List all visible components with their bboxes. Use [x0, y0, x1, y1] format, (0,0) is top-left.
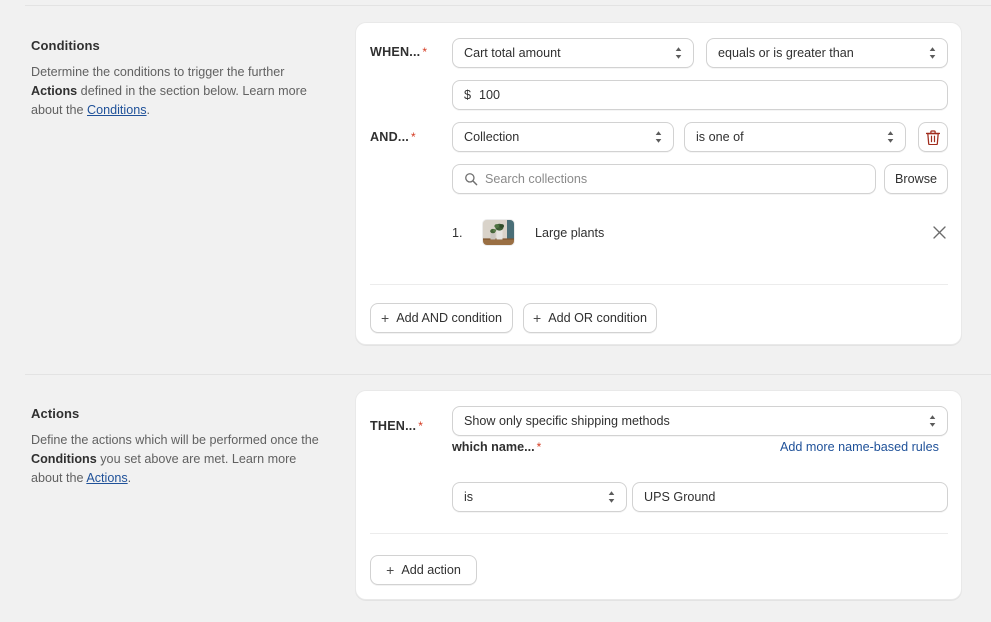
and-required-marker: *: [410, 130, 416, 144]
which-name-label: which name... *: [452, 440, 541, 454]
section-divider: [25, 374, 991, 375]
add-action-button[interactable]: + Add action: [370, 555, 477, 585]
close-icon: [932, 225, 946, 239]
chevron-updown-icon: [887, 131, 894, 143]
add-or-condition-label: Add OR condition: [548, 311, 647, 325]
and-operator-select[interactable]: is one of: [684, 122, 906, 152]
then-action-select[interactable]: Show only specific shipping methods: [452, 406, 948, 436]
actions-desc-bold: Conditions: [31, 452, 97, 467]
name-operator-value: is: [464, 490, 474, 504]
chevron-updown-icon: [929, 47, 936, 59]
shipping-method-name-input[interactable]: UPS Ground: [632, 482, 948, 512]
collection-item-name: Large plants: [535, 225, 605, 240]
collection-thumbnail-image: [483, 220, 514, 245]
then-label: THEN... *: [370, 419, 423, 433]
actions-help-link[interactable]: Actions: [86, 471, 127, 485]
conditions-help-link[interactable]: Conditions: [87, 103, 147, 117]
actions-description-text: Define the actions which will be perform…: [31, 431, 331, 488]
large-plants-thumbnail: [482, 219, 515, 246]
actions-card: THEN... * Show only specific shipping met…: [355, 390, 962, 600]
and-field-value: Collection: [464, 130, 520, 144]
currency-symbol: $: [464, 88, 472, 102]
actions-desc-part1: Define the actions which will be perform…: [31, 433, 319, 447]
plus-icon: +: [533, 310, 542, 326]
delete-condition-button[interactable]: [918, 122, 948, 152]
actions-card-divider: [370, 533, 948, 534]
when-field-value: Cart total amount: [464, 46, 561, 60]
browse-collections-button[interactable]: Browse: [884, 164, 948, 194]
actions-desc-part3: .: [127, 471, 132, 486]
add-or-condition-button[interactable]: + Add OR condition: [523, 303, 657, 333]
actions-title: Actions: [31, 406, 80, 421]
conditions-description: Conditions Determine the conditions to t…: [31, 38, 331, 120]
trash-icon: [926, 129, 940, 145]
conditions-desc-bold: Actions: [31, 84, 78, 99]
when-operator-select[interactable]: equals or is greater than: [706, 38, 948, 68]
when-field-select[interactable]: Cart total amount: [452, 38, 694, 68]
which-name-label-text: which name...: [452, 440, 535, 454]
collection-item-index: 1.: [452, 225, 463, 240]
browse-button-label: Browse: [895, 172, 937, 186]
conditions-desc-part3: .: [146, 103, 151, 118]
search-collections-input[interactable]: Search collections: [452, 164, 876, 194]
chevron-updown-icon: [655, 131, 662, 143]
conditions-card: WHEN... * Cart total amount equals or is …: [355, 22, 962, 345]
when-operator-value: equals or is greater than: [718, 46, 854, 60]
conditions-description-text: Determine the conditions to trigger the …: [31, 63, 331, 120]
chevron-updown-icon: [929, 415, 936, 427]
cart-amount-input[interactable]: $ 100: [452, 80, 948, 110]
then-required-marker: *: [418, 419, 424, 433]
shipping-method-name-value: UPS Ground: [644, 490, 716, 504]
when-label: WHEN... *: [370, 45, 427, 59]
conditions-card-divider: [370, 284, 948, 285]
rule-editor-page: Conditions Determine the conditions to t…: [0, 0, 991, 622]
when-required-marker: *: [422, 45, 428, 59]
top-divider: [25, 5, 991, 6]
and-label-text: AND...: [370, 130, 409, 144]
remove-collection-button[interactable]: [928, 221, 950, 243]
search-icon: [465, 173, 478, 186]
and-operator-value: is one of: [696, 130, 744, 144]
add-name-based-rules-link[interactable]: Add more name-based rules: [780, 440, 939, 454]
conditions-desc-part1: Determine the conditions to trigger the …: [31, 65, 285, 79]
plus-icon: +: [386, 562, 395, 578]
which-name-required-marker: *: [536, 440, 542, 454]
conditions-title: Conditions: [31, 38, 100, 53]
name-operator-select[interactable]: is: [452, 482, 627, 512]
cart-amount-value: 100: [479, 88, 501, 102]
add-and-condition-button[interactable]: + Add AND condition: [370, 303, 513, 333]
search-collections-placeholder: Search collections: [485, 172, 588, 186]
add-action-label: Add action: [401, 563, 461, 577]
when-label-text: WHEN...: [370, 45, 421, 59]
actions-description: Actions Define the actions which will be…: [31, 406, 331, 488]
collection-list-item: 1. Large plants: [452, 219, 948, 246]
plus-icon: +: [381, 310, 390, 326]
add-and-condition-label: Add AND condition: [396, 311, 502, 325]
chevron-updown-icon: [675, 47, 682, 59]
chevron-updown-icon: [608, 491, 615, 503]
and-label: AND... *: [370, 130, 416, 144]
then-action-value: Show only specific shipping methods: [464, 414, 670, 428]
then-label-text: THEN...: [370, 419, 417, 433]
and-field-select[interactable]: Collection: [452, 122, 674, 152]
